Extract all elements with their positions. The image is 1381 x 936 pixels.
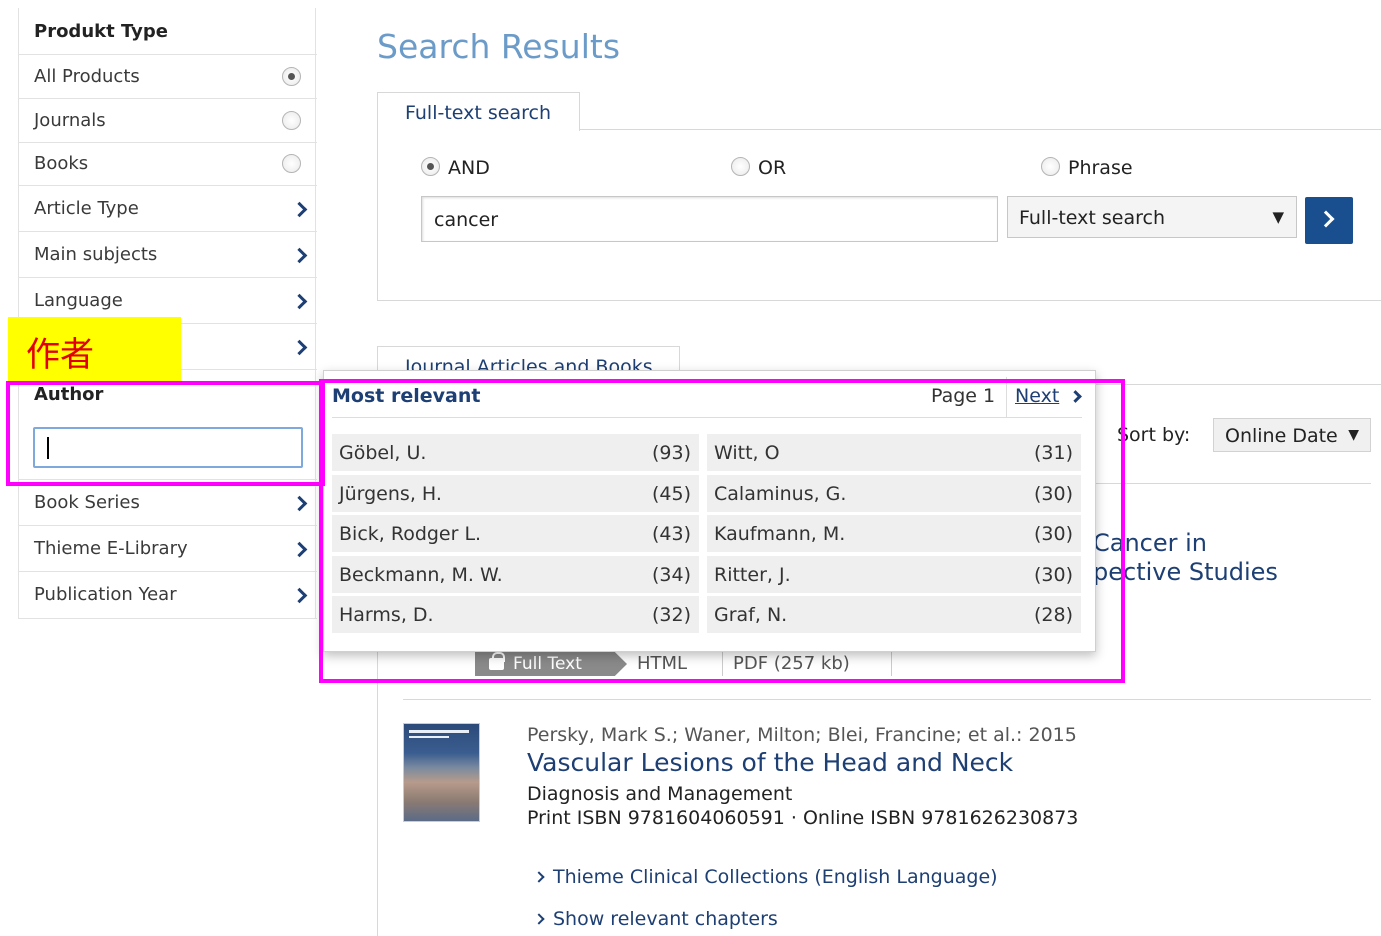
- filter-publication-year[interactable]: Publication Year: [19, 572, 317, 619]
- chevron-right-icon: [533, 913, 545, 925]
- annotation-box-author-dropdown: [319, 379, 1125, 683]
- chevron-right-icon: [533, 871, 545, 883]
- chevron-right-icon: [291, 201, 308, 218]
- collection-link-label: Thieme Clinical Collections (English Lan…: [553, 866, 998, 888]
- sort-label: Sort by:: [1117, 424, 1191, 446]
- filter-sidebar: Produkt Type All Products Journals Books…: [18, 8, 317, 619]
- radio-journals[interactable]: [282, 111, 301, 130]
- chevron-right-icon: [291, 541, 308, 558]
- result-isbn: Print ISBN 9781604060591 · Online ISBN 9…: [527, 807, 1079, 829]
- chevron-right-icon: [291, 495, 308, 512]
- chevron-right-icon: [291, 587, 308, 604]
- search-query-input[interactable]: cancer: [421, 196, 998, 242]
- filter-thieme-elibrary[interactable]: Thieme E-Library: [19, 526, 317, 572]
- filter-label: Publication Year: [34, 584, 177, 605]
- option-books[interactable]: Books: [19, 143, 317, 186]
- cover-title-mark: [409, 736, 449, 738]
- collection-link[interactable]: Thieme Clinical Collections (English Lan…: [533, 866, 998, 888]
- annotation-label: 作者: [8, 317, 181, 382]
- chevron-right-icon: [1317, 210, 1335, 228]
- radio-and[interactable]: [421, 156, 440, 176]
- mode-phrase[interactable]: Phrase: [1041, 156, 1133, 179]
- radio-phrase[interactable]: [1041, 156, 1060, 176]
- product-type-header: Produkt Type: [19, 8, 317, 55]
- search-submit-button[interactable]: [1305, 197, 1353, 244]
- chevron-right-icon: [291, 247, 308, 264]
- tab-label: Full-text search: [405, 102, 551, 124]
- filter-label: Thieme E-Library: [34, 538, 188, 559]
- scope-value: Full-text search: [1019, 207, 1165, 229]
- tab-full-text-search[interactable]: Full-text search: [377, 92, 580, 131]
- dropdown-arrow-icon: ▼: [1348, 427, 1359, 443]
- product-type-heading: Produkt Type: [34, 21, 168, 42]
- mode-label: AND: [448, 157, 490, 179]
- filter-label: Article Type: [34, 198, 139, 219]
- cover-title-mark: [409, 730, 469, 733]
- filter-article-type[interactable]: Article Type: [19, 186, 317, 232]
- filter-label: Main subjects: [34, 244, 158, 265]
- option-label: Books: [34, 153, 89, 174]
- mode-label: Phrase: [1068, 157, 1133, 179]
- option-all-products[interactable]: All Products: [19, 55, 317, 99]
- sort-select[interactable]: Online Date ▼: [1213, 418, 1371, 452]
- filter-label: Book Series: [34, 492, 140, 513]
- book-cover-thumbnail[interactable]: [403, 723, 480, 822]
- filter-book-series[interactable]: Book Series: [19, 480, 317, 526]
- result-authors: Persky, Mark S.; Waner, Milton; Blei, Fr…: [527, 724, 1077, 746]
- result-title[interactable]: Vascular Lesions of the Head and Neck: [527, 748, 1013, 777]
- radio-or[interactable]: [731, 156, 750, 176]
- search-scope-select[interactable]: Full-text search ▼: [1007, 196, 1297, 238]
- dropdown-arrow-icon: ▼: [1272, 208, 1284, 226]
- sort-value: Online Date: [1225, 425, 1338, 447]
- result-subtitle: Diagnosis and Management: [527, 783, 793, 805]
- option-journals[interactable]: Journals: [19, 99, 317, 143]
- filter-main-subjects[interactable]: Main subjects: [19, 232, 317, 278]
- option-label: All Products: [34, 66, 140, 87]
- show-chapters-link[interactable]: Show relevant chapters: [533, 908, 778, 930]
- mode-and[interactable]: AND: [421, 156, 490, 179]
- annotation-box-author-field: [6, 381, 325, 486]
- chevron-right-icon: [291, 339, 308, 356]
- filter-label: Language: [34, 290, 123, 311]
- radio-all-products[interactable]: [282, 67, 301, 86]
- mode-label: OR: [758, 157, 787, 179]
- result-divider: [403, 699, 1371, 700]
- result-divider: [1096, 483, 1371, 484]
- radio-books[interactable]: [282, 154, 301, 173]
- option-label: Journals: [34, 110, 106, 131]
- mode-or[interactable]: OR: [731, 156, 787, 179]
- page-title: Search Results: [377, 27, 621, 66]
- chevron-right-icon: [291, 293, 308, 310]
- show-chapters-label: Show relevant chapters: [553, 908, 778, 930]
